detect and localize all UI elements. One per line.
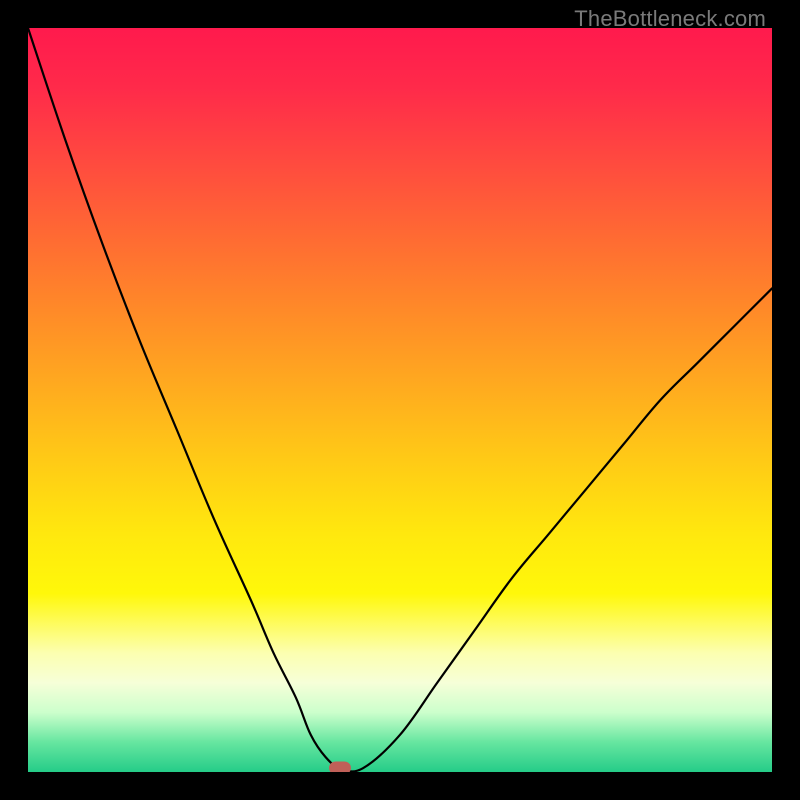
optimal-point-marker [329,762,351,772]
chart-frame: TheBottleneck.com [0,0,800,800]
plot-area [28,28,772,772]
bottleneck-curve [28,28,772,771]
curve-svg [28,28,772,772]
